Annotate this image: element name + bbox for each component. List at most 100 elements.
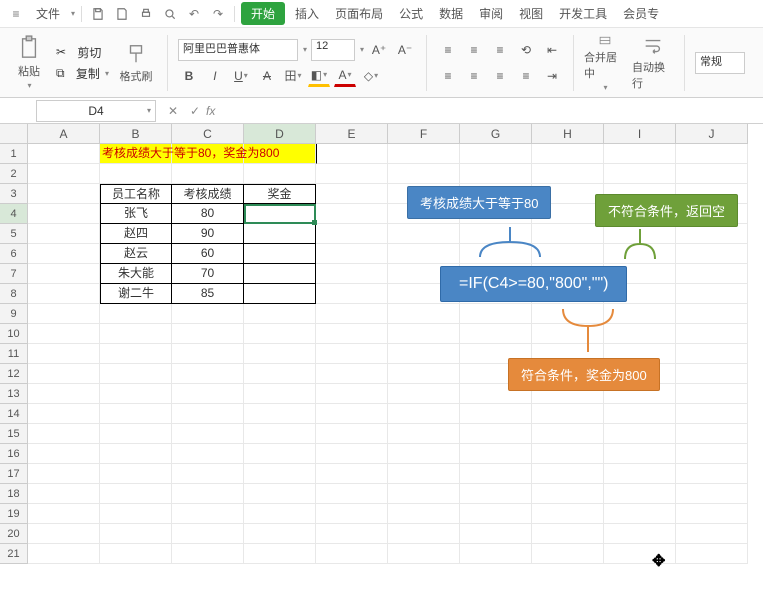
cell[interactable] <box>172 424 244 444</box>
cell[interactable] <box>676 504 748 524</box>
cell[interactable] <box>460 304 532 324</box>
cell[interactable] <box>100 544 172 564</box>
cell[interactable] <box>28 544 100 564</box>
font-size-select[interactable]: 12 <box>311 39 355 61</box>
cell[interactable] <box>388 544 460 564</box>
align-right-icon[interactable]: ≡ <box>489 65 511 87</box>
cell[interactable] <box>244 304 316 324</box>
cell[interactable] <box>532 464 604 484</box>
cell[interactable] <box>172 444 244 464</box>
cell[interactable] <box>460 444 532 464</box>
row-header[interactable]: 5 <box>0 224 28 244</box>
cell[interactable] <box>172 384 244 404</box>
cell[interactable] <box>532 164 604 184</box>
cell[interactable] <box>28 204 100 224</box>
cell[interactable] <box>100 344 172 364</box>
cell[interactable] <box>244 204 316 224</box>
cell[interactable] <box>460 424 532 444</box>
tab-start[interactable]: 开始 <box>241 2 285 25</box>
cell[interactable] <box>460 164 532 184</box>
cell[interactable] <box>316 544 388 564</box>
col-header[interactable]: B <box>100 124 172 144</box>
tab-member[interactable]: 会员专 <box>617 2 665 25</box>
cell[interactable] <box>100 504 172 524</box>
cell[interactable] <box>604 164 676 184</box>
align-center-icon[interactable]: ≡ <box>463 65 485 87</box>
format-painter-button[interactable]: 格式刷 <box>115 34 157 92</box>
cell[interactable] <box>676 524 748 544</box>
clear-format-button[interactable]: ◇▾ <box>360 65 382 87</box>
cell[interactable] <box>316 504 388 524</box>
cell[interactable] <box>28 504 100 524</box>
cell[interactable] <box>244 544 316 564</box>
cell[interactable] <box>244 164 316 184</box>
cell[interactable] <box>244 324 316 344</box>
row-header[interactable]: 21 <box>0 544 28 564</box>
row-header[interactable]: 1 <box>0 144 28 164</box>
strike-button[interactable]: A <box>256 65 278 87</box>
row-header[interactable]: 11 <box>0 344 28 364</box>
formula-input[interactable] <box>221 100 763 122</box>
tab-review[interactable]: 审阅 <box>473 2 509 25</box>
cell[interactable] <box>28 284 100 304</box>
col-header[interactable]: D <box>244 124 316 144</box>
decrease-font-icon[interactable]: A⁻ <box>394 39 416 61</box>
cell[interactable] <box>604 424 676 444</box>
cell[interactable] <box>28 224 100 244</box>
cell[interactable] <box>316 184 388 204</box>
cell[interactable] <box>676 364 748 384</box>
cell[interactable] <box>676 424 748 444</box>
font-name-select[interactable]: 阿里巴巴普惠体 <box>178 39 298 61</box>
cell[interactable] <box>244 444 316 464</box>
cell[interactable] <box>460 544 532 564</box>
cell[interactable] <box>388 504 460 524</box>
cell[interactable] <box>316 344 388 364</box>
cell[interactable] <box>244 464 316 484</box>
cell[interactable] <box>316 304 388 324</box>
row-header[interactable]: 14 <box>0 404 28 424</box>
cell[interactable] <box>316 464 388 484</box>
menu-icon[interactable]: ≡ <box>6 4 26 24</box>
merge-center-button[interactable]: 合并居中▾ <box>584 34 626 92</box>
cell[interactable]: 考核成绩大于等于80，奖金为800 <box>100 144 172 164</box>
cell[interactable] <box>100 524 172 544</box>
row-header[interactable]: 19 <box>0 504 28 524</box>
row-header[interactable]: 18 <box>0 484 28 504</box>
cell[interactable] <box>28 324 100 344</box>
cell[interactable]: 奖金 <box>244 184 316 204</box>
number-format-select[interactable]: 常规 <box>695 52 745 74</box>
cell[interactable]: 60 <box>172 244 244 264</box>
row-header[interactable]: 16 <box>0 444 28 464</box>
cell[interactable] <box>100 324 172 344</box>
cell[interactable] <box>28 484 100 504</box>
cell[interactable] <box>172 544 244 564</box>
cell[interactable] <box>172 324 244 344</box>
cell[interactable] <box>244 524 316 544</box>
cell[interactable] <box>388 444 460 464</box>
cell[interactable] <box>244 284 316 304</box>
row-header[interactable]: 9 <box>0 304 28 324</box>
align-middle-icon[interactable]: ≡ <box>463 39 485 61</box>
row-header[interactable]: 20 <box>0 524 28 544</box>
paste-button[interactable]: 粘贴▾ <box>8 34 50 92</box>
align-left-icon[interactable]: ≡ <box>437 65 459 87</box>
cell[interactable] <box>676 344 748 364</box>
cell[interactable]: 考核成绩 <box>172 184 244 204</box>
cell[interactable] <box>100 384 172 404</box>
fx-icon[interactable]: fx <box>206 104 215 118</box>
save-as-icon[interactable] <box>112 4 132 24</box>
tab-view[interactable]: 视图 <box>513 2 549 25</box>
cell[interactable] <box>172 364 244 384</box>
align-top-icon[interactable]: ≡ <box>437 39 459 61</box>
wrap-text-button[interactable]: 自动换行 <box>632 34 674 92</box>
indent-inc-icon[interactable]: ⇥ <box>541 65 563 87</box>
cell[interactable] <box>28 264 100 284</box>
cell[interactable] <box>28 404 100 424</box>
cell[interactable] <box>388 364 460 384</box>
cell[interactable] <box>604 464 676 484</box>
cell[interactable] <box>676 484 748 504</box>
cell[interactable] <box>676 144 748 164</box>
print-icon[interactable] <box>136 4 156 24</box>
cell[interactable] <box>28 304 100 324</box>
cell[interactable]: 员工名称 <box>100 184 172 204</box>
